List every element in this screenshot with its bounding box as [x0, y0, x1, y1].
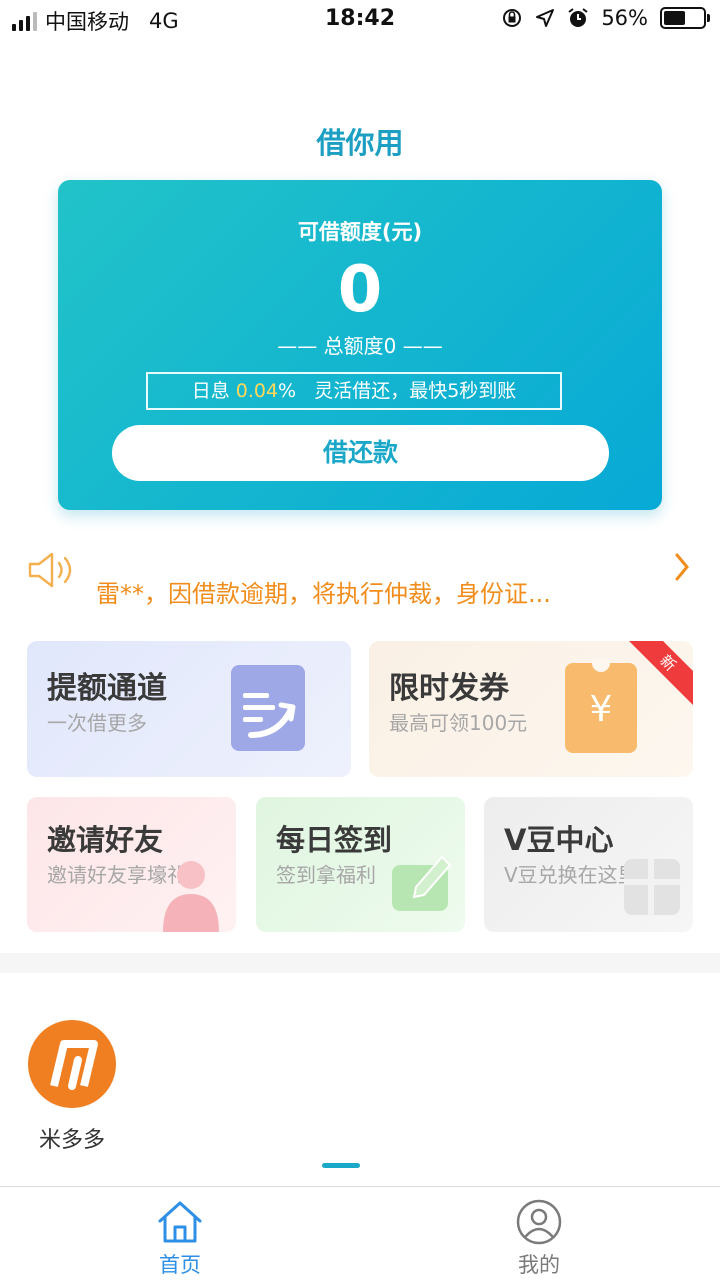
checkin-subtitle: 签到拿福利: [276, 863, 376, 887]
coupon-tile[interactable]: 限时发券 最高可领100元 ¥ 新: [369, 641, 693, 777]
rate-prefix: 日息: [191, 380, 236, 402]
document-arrow-icon: [231, 665, 305, 751]
section-divider: [0, 953, 720, 973]
user-icon: [516, 1199, 562, 1245]
page-indicator: [322, 1163, 360, 1168]
chevron-right-icon[interactable]: [674, 552, 690, 590]
tab-home[interactable]: 首页: [120, 1199, 240, 1279]
notice-bar[interactable]: 雷**，因借款逾期，将执行仲裁，身份证...: [0, 540, 720, 620]
tab-mine-label: 我的: [518, 1253, 560, 1277]
available-credit-label: 可借额度(元): [297, 220, 423, 244]
checkin-title: 每日签到: [276, 823, 393, 857]
battery-percent: 56%: [601, 6, 648, 30]
invite-friends-tile[interactable]: 邀请好友 邀请好友享壕礼: [27, 797, 236, 932]
speaker-icon: [28, 552, 72, 588]
rotation-lock-icon: [503, 9, 522, 27]
battery-level: [664, 11, 686, 25]
person-icon: [163, 861, 219, 932]
total-credit-text: —— 总额度0 ——: [277, 334, 443, 358]
notice-text: 雷**，因借款逾期，将执行仲裁，身份证...: [96, 580, 551, 608]
rate-value: 0.04: [235, 380, 279, 402]
invite-title: 邀请好友: [47, 823, 164, 857]
available-credit-amount: 0: [337, 253, 383, 327]
borrow-repay-button[interactable]: 借还款: [112, 425, 609, 481]
vbean-center-tile[interactable]: V豆中心 V豆兑换在这里: [484, 797, 693, 932]
tab-bar: 首页 我的: [0, 1186, 720, 1280]
location-icon: [536, 9, 555, 27]
daily-checkin-tile[interactable]: 每日签到 签到拿福利: [256, 797, 465, 932]
gift-box-icon: [624, 859, 680, 915]
midoudou-logo: [28, 1020, 116, 1108]
mini-app-midoudou[interactable]: 米多多: [28, 1020, 118, 1154]
coupon-title: 限时发券: [389, 671, 509, 706]
raise-limit-title: 提额通道: [47, 671, 167, 706]
tab-home-label: 首页: [159, 1253, 201, 1277]
coupon-subtitle: 最高可领100元: [389, 711, 528, 735]
pen-note-icon: [392, 855, 452, 911]
page-title: 借你用: [316, 126, 404, 160]
raise-limit-subtitle: 一次借更多: [47, 711, 147, 735]
status-bar: 中国移动 4G 18:42 56%: [0, 0, 720, 40]
alarm-icon: [568, 8, 588, 27]
mini-app-name: 米多多: [38, 1128, 105, 1153]
credit-card: 可借额度(元) 0 —— 总额度0 —— 日息 0.04% 灵活借还，最快5秒到…: [58, 180, 662, 510]
rate-suffix: % 灵活借还，最快5秒到账: [278, 380, 517, 402]
m-logo-icon: [50, 1040, 98, 1090]
raise-limit-tile[interactable]: 提额通道 一次借更多: [27, 641, 351, 777]
battery-icon: [660, 7, 710, 29]
home-icon: [158, 1201, 202, 1243]
interest-rate-box: 日息 0.04% 灵活借还，最快5秒到账: [146, 372, 562, 410]
yuan-ticket-icon: ¥: [565, 659, 637, 753]
status-right: 56%: [501, 6, 710, 30]
svg-text:¥: ¥: [590, 689, 613, 730]
vbean-title: V豆中心: [504, 823, 614, 857]
tab-mine[interactable]: 我的: [479, 1199, 599, 1279]
